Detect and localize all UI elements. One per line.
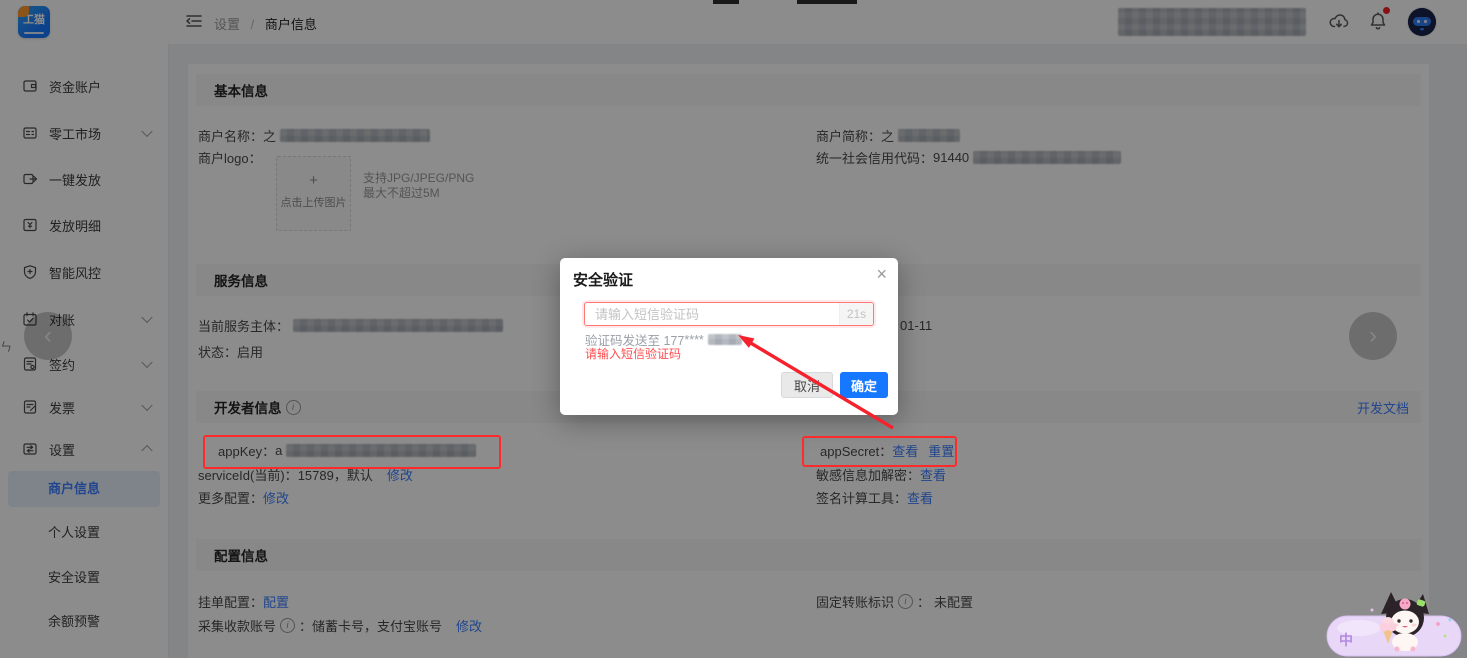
confirm-button[interactable]: 确定 [840,372,888,398]
countdown-timer: 21s [839,303,873,325]
mascot-badge-text: 中 [1339,630,1353,650]
redacted-phone [708,334,742,345]
close-icon[interactable]: × [876,264,887,284]
cancel-button[interactable]: 取消 [781,372,833,398]
sms-code-input[interactable] [585,303,847,325]
modal-title: 安全验证 [573,269,633,290]
mascot-sticker[interactable]: 中 [1325,590,1467,658]
validation-error-text: 请输入短信验证码 [585,345,681,362]
app-window: 工猫 资金账户 零工市场 一键发放 发放明细 智能风控 对账 [0,0,1467,658]
sent-mask: **** [684,333,703,347]
security-verification-modal: 安全验证 × 21s 验证码发送至 177**** 请输入短信验证码 取消 确定 [560,258,898,415]
sms-code-input-wrapper: 21s [584,302,874,326]
appsecret-highlight-box [802,436,957,467]
appkey-highlight-box [203,435,501,469]
